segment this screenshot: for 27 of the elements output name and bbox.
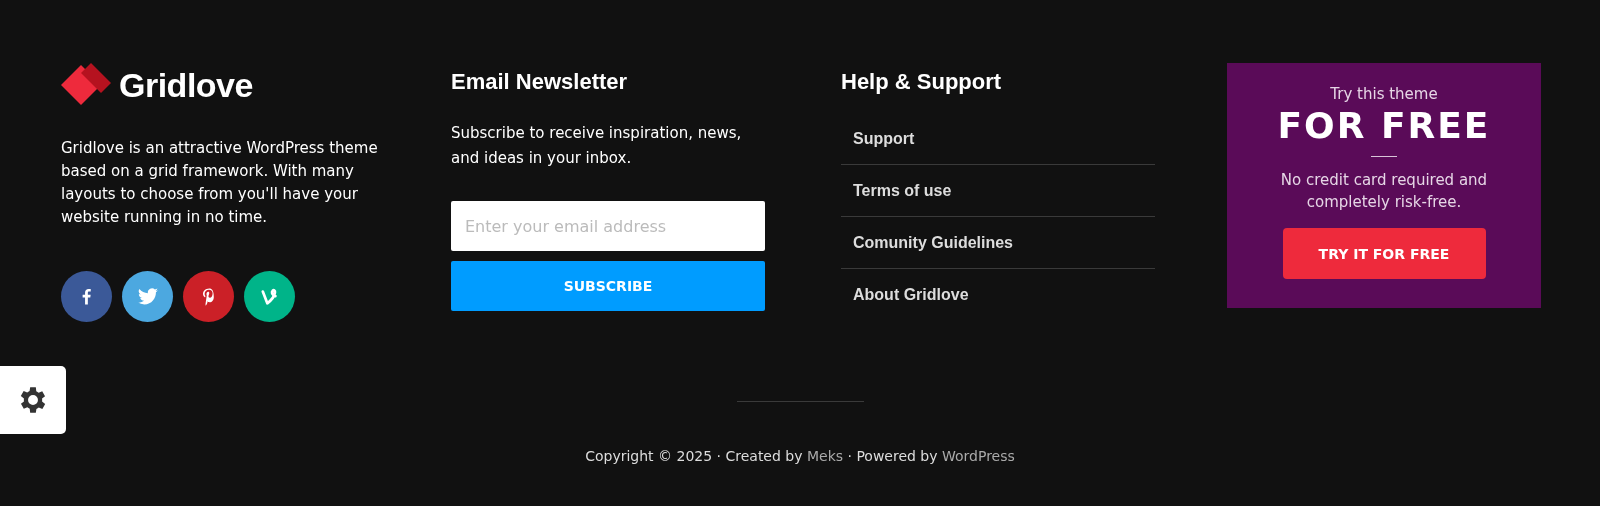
try-free-button[interactable]: TRY IT FOR FREE	[1282, 228, 1486, 279]
promo-text: No credit card required and completely risk-free.	[1279, 170, 1489, 213]
heart-logo-icon	[61, 63, 111, 107]
newsletter-text: Subscribe to receive inspiration, news, and ideas in your inbox.	[451, 123, 743, 169]
author-link[interactable]: Meks	[806, 448, 844, 464]
brand-name: Gridlove	[119, 65, 253, 105]
vine-icon	[260, 287, 279, 306]
footer-link[interactable]: Comunity Guidelines	[853, 233, 1013, 252]
social-link[interactable]	[183, 271, 234, 322]
footer-link[interactable]: About Gridlove	[853, 285, 969, 304]
email-field[interactable]: Enter your email address	[451, 201, 765, 251]
social-link[interactable]	[244, 271, 295, 322]
footer-link[interactable]: Terms of use	[853, 181, 952, 200]
pinterest-icon	[202, 287, 215, 306]
brand-description: Gridlove is an attractive WordPress theme based on a grid framework. With many layouts to choose from you'll have your website running in no time.	[61, 138, 379, 228]
help-heading: Help & Support	[841, 69, 1002, 95]
footer-link[interactable]: Support	[853, 129, 915, 148]
facebook-icon	[82, 288, 91, 305]
social-link[interactable]	[122, 271, 173, 322]
bird-icon	[137, 288, 158, 305]
newsletter-heading: Email Newsletter	[451, 69, 628, 95]
promo-kicker: Try this theme	[1330, 85, 1438, 103]
settings-button[interactable]	[0, 366, 66, 434]
social-link[interactable]	[61, 271, 112, 322]
platform-link[interactable]: WordPress	[942, 448, 1015, 464]
copyright-text: Copyright © 2025 · Created by Meks · Powered by WordPress	[584, 448, 1016, 464]
promo-headline: FOR FREE	[1277, 105, 1491, 146]
